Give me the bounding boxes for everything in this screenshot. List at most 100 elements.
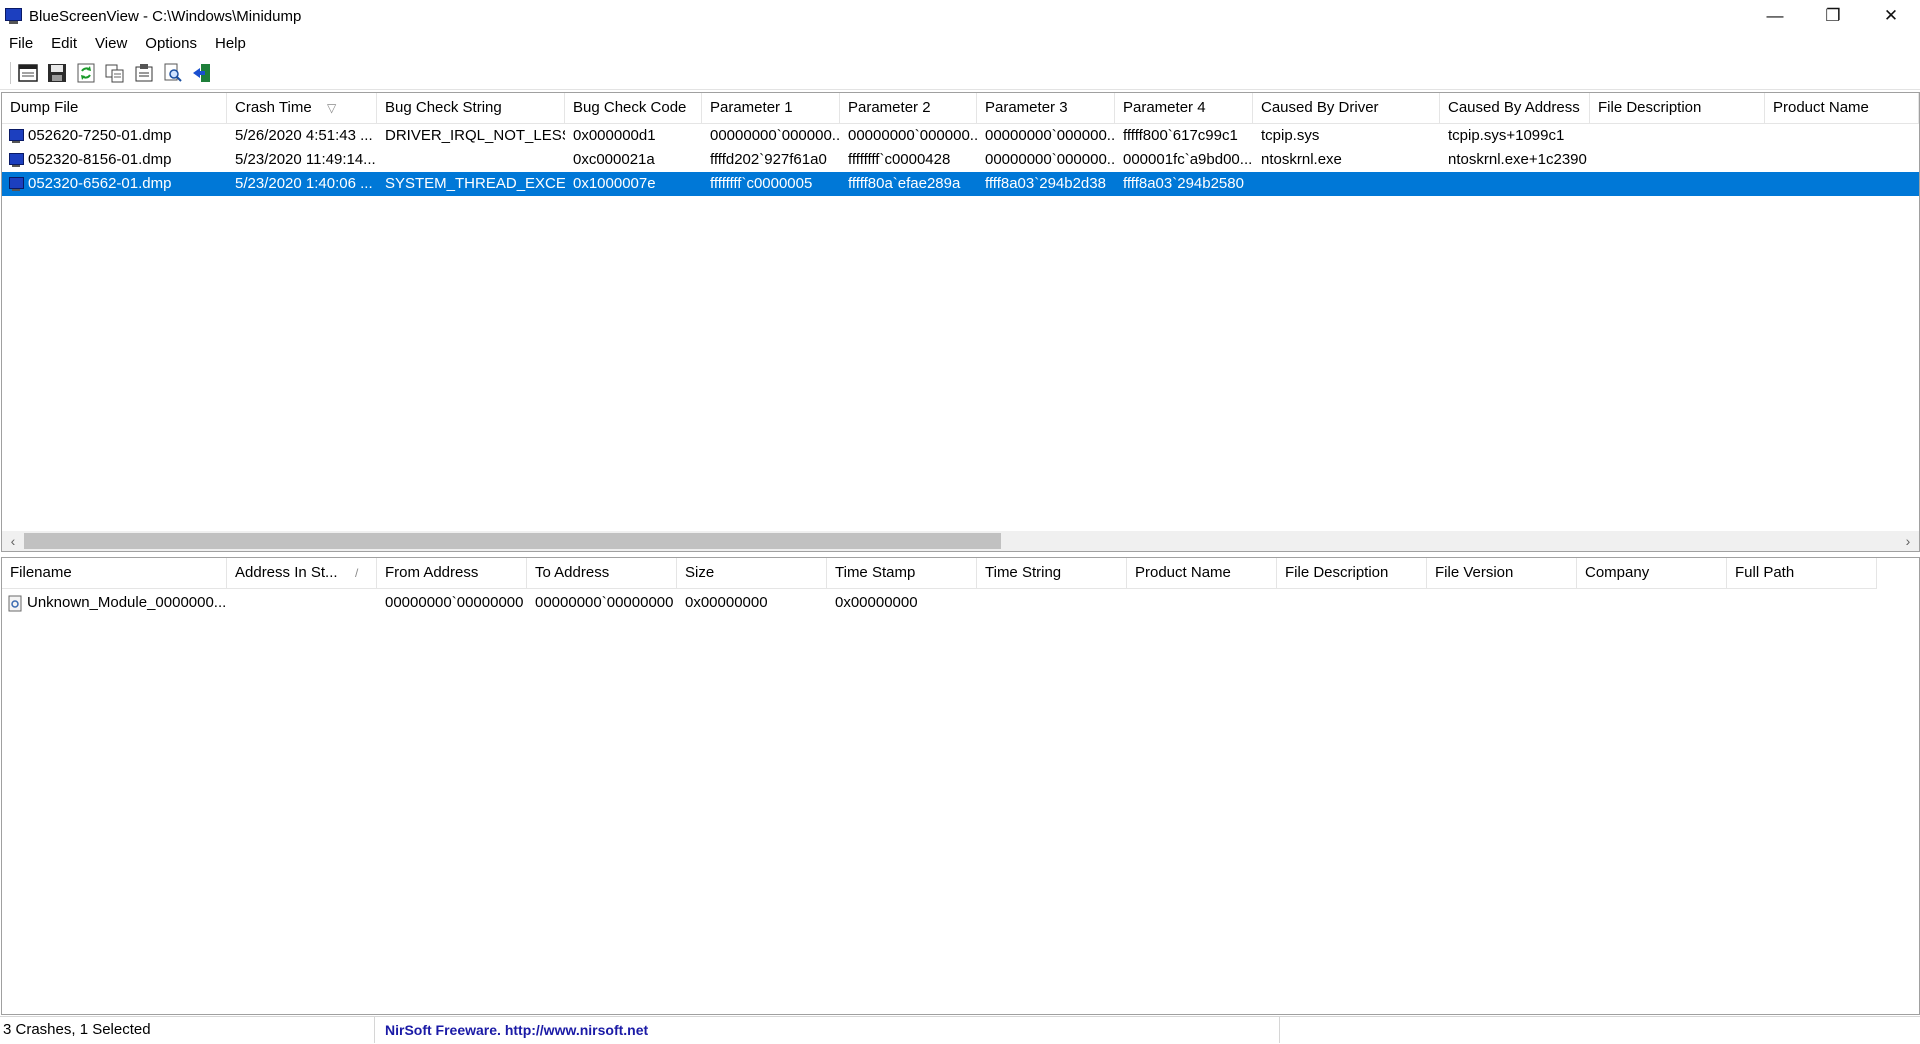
save-icon	[48, 63, 66, 82]
close-button[interactable]: ✕	[1862, 0, 1920, 32]
column-header-parameter-1[interactable]: Parameter 1	[702, 93, 840, 123]
scroll-right-icon[interactable]: ›	[1897, 531, 1919, 551]
column-header-full-path[interactable]: Full Path	[1727, 558, 1877, 588]
column-header-parameter-4[interactable]: Parameter 4	[1115, 93, 1253, 123]
column-header-crash-time[interactable]: Crash Time ▽	[227, 93, 377, 123]
minimize-button[interactable]: —	[1746, 0, 1804, 32]
properties-button[interactable]	[131, 60, 157, 86]
nirsoft-link-text[interactable]: NirSoft Freeware. http://www.nirsoft.net	[385, 1022, 648, 1038]
bug-check-code-cell: 0xc000021a	[573, 151, 655, 168]
caused-by-address-cell	[1440, 172, 1590, 196]
title-bar: BlueScreenView - C:\Windows\Minidump — ❐…	[0, 0, 1920, 32]
crash-time-cell: 5/23/2020 1:40:06 ...	[235, 175, 373, 192]
address-in-stack-cell	[227, 591, 377, 615]
properties-icon	[135, 63, 153, 81]
exit-button[interactable]	[189, 60, 215, 86]
parameter-1-cell: ffffd202`927f61a0	[710, 151, 827, 168]
column-header-file-description[interactable]: File Description	[1590, 93, 1765, 123]
column-header-parameter-2[interactable]: Parameter 2	[840, 93, 977, 123]
from-address-cell: 00000000`00000000	[385, 594, 524, 611]
crash-time-cell: 5/23/2020 11:49:14...	[235, 151, 376, 168]
module-file-name: Unknown_Module_0000000...	[27, 594, 227, 611]
column-header-from-address[interactable]: From Address	[377, 558, 527, 588]
parameter-4-cell: fffff800`617c99c1	[1123, 127, 1238, 144]
column-header-dump-file[interactable]: Dump File	[2, 93, 227, 123]
menu-bar: File Edit View Options Help	[0, 32, 1920, 54]
copy-button[interactable]	[102, 60, 128, 86]
column-header-product-name[interactable]: Product Name	[1765, 93, 1919, 123]
dump-file-name: 052620-7250-01.dmp	[28, 127, 172, 144]
refresh-button[interactable]	[73, 60, 99, 86]
column-header-label: Crash Time	[235, 99, 312, 116]
menu-options[interactable]: Options	[136, 35, 206, 52]
caused-by-driver-cell	[1253, 172, 1440, 196]
refresh-icon	[77, 63, 95, 82]
parameter-1-cell: ffffffff`c0000005	[710, 175, 813, 192]
size-cell: 0x00000000	[685, 594, 768, 611]
menu-edit[interactable]: Edit	[42, 35, 86, 52]
column-header-bug-check-code[interactable]: Bug Check Code	[565, 93, 702, 123]
scroll-left-icon[interactable]: ‹	[2, 531, 24, 551]
column-header-caused-by-address[interactable]: Caused By Address	[1440, 93, 1590, 123]
sort-descending-icon: ▽	[327, 101, 337, 115]
table-row[interactable]: 052620-7250-01.dmp 5/26/2020 4:51:43 ...…	[2, 124, 1919, 148]
column-header-file-description[interactable]: File Description	[1277, 558, 1427, 588]
html-report-icon	[18, 63, 38, 82]
parameter-4-cell: 000001fc`a9bd00...	[1123, 151, 1253, 168]
column-header-product-name[interactable]: Product Name	[1127, 558, 1277, 588]
dump-file-name: 052320-6562-01.dmp	[28, 175, 172, 192]
column-header-time-stamp[interactable]: Time Stamp	[827, 558, 977, 588]
exit-icon	[193, 63, 210, 82]
menu-help[interactable]: Help	[206, 35, 255, 52]
window-title: BlueScreenView - C:\Windows\Minidump	[29, 7, 302, 25]
status-bar: 3 Crashes, 1 Selected NirSoft Freeware. …	[0, 1016, 1920, 1043]
module-file-icon	[8, 595, 22, 611]
restore-button[interactable]: ❐	[1804, 0, 1862, 32]
crash-list-header: Dump File Crash Time ▽ Bug Check String …	[2, 93, 1919, 124]
find-button[interactable]	[160, 60, 186, 86]
dump-file-name: 052320-8156-01.dmp	[28, 151, 172, 168]
menu-file[interactable]: File	[0, 35, 42, 52]
caused-by-driver-cell: ntoskrnl.exe	[1261, 151, 1342, 168]
column-header-file-version[interactable]: File Version	[1427, 558, 1577, 588]
table-row[interactable]: 052320-8156-01.dmp 5/23/2020 11:49:14...…	[2, 148, 1919, 172]
module-list-header: Filename Address In St... / From Address…	[2, 558, 1877, 589]
column-header-filename[interactable]: Filename	[2, 558, 227, 588]
caused-by-address-cell: ntoskrnl.exe+1c2390	[1448, 151, 1587, 168]
time-stamp-cell: 0x00000000	[835, 594, 918, 611]
nirsoft-link[interactable]: NirSoft Freeware. http://www.nirsoft.net	[375, 1017, 1280, 1043]
parameter-3-cell: 00000000`000000...	[985, 127, 1115, 144]
scrollbar-thumb[interactable]	[24, 533, 1001, 549]
table-row-selected[interactable]: 052320-6562-01.dmp 5/23/2020 1:40:06 ...…	[2, 172, 1919, 196]
column-header-bug-check-string[interactable]: Bug Check String	[377, 93, 565, 123]
app-icon	[4, 7, 22, 25]
column-header-time-string[interactable]: Time String	[977, 558, 1127, 588]
column-header-to-address[interactable]: To Address	[527, 558, 677, 588]
table-row[interactable]: Unknown_Module_0000000... 00000000`00000…	[2, 589, 977, 617]
column-header-parameter-3[interactable]: Parameter 3	[977, 93, 1115, 123]
bug-check-string-cell: SYSTEM_THREAD_EXCE...	[385, 175, 565, 192]
column-header-label: Address In St...	[235, 564, 338, 581]
scrollbar-track[interactable]	[24, 531, 1897, 551]
menu-view[interactable]: View	[86, 35, 136, 52]
html-report-button[interactable]	[15, 60, 41, 86]
column-header-company[interactable]: Company	[1577, 558, 1727, 588]
crash-list-pane: Dump File Crash Time ▽ Bug Check String …	[1, 92, 1920, 552]
toolbar-separator	[10, 61, 11, 84]
module-list-rows: Unknown_Module_0000000... 00000000`00000…	[2, 589, 977, 617]
window-controls: — ❐ ✕	[1746, 0, 1920, 32]
column-header-caused-by-driver[interactable]: Caused By Driver	[1253, 93, 1440, 123]
column-header-size[interactable]: Size	[677, 558, 827, 588]
crash-list-rows: 052620-7250-01.dmp 5/26/2020 4:51:43 ...…	[2, 124, 1919, 196]
find-icon	[164, 63, 182, 82]
horizontal-scrollbar[interactable]: ‹ ›	[2, 531, 1919, 551]
crash-time-cell: 5/26/2020 4:51:43 ...	[235, 127, 373, 144]
dump-file-icon	[8, 176, 24, 192]
parameter-2-cell: ffffffff`c0000428	[848, 151, 951, 168]
save-button[interactable]	[44, 60, 70, 86]
parameter-3-cell: ffff8a03`294b2d38	[985, 175, 1106, 192]
caused-by-driver-cell: tcpip.sys	[1261, 127, 1320, 144]
parameter-4-cell: ffff8a03`294b2580	[1123, 175, 1244, 192]
sort-ascending-icon: /	[355, 566, 359, 580]
column-header-address-in-stack[interactable]: Address In St... /	[227, 558, 377, 588]
